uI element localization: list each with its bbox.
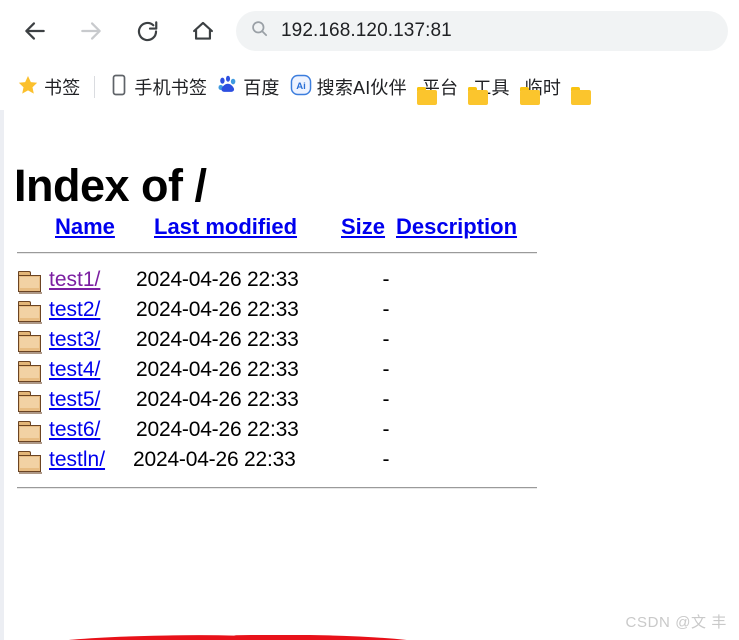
home-button[interactable] [180,8,226,54]
arrow-right-icon [78,18,104,44]
column-header-name[interactable]: Name [55,214,115,240]
entry-last-modified: 2024-04-26 22:33 [136,418,299,441]
address-bar[interactable]: 192.168.120.137:81 [236,11,728,51]
bookmark-item-pingtai[interactable]: 平台 [412,70,463,105]
forward-button [68,8,114,54]
entry-name-link[interactable]: test5/ [49,388,100,412]
entry-name-link[interactable]: test2/ [49,298,100,322]
entry-name-link[interactable]: test4/ [49,358,100,382]
listing-divider-bottom [17,487,537,489]
svg-text:Ai: Ai [296,80,306,91]
bookmark-item-linshi[interactable]: 临时 [515,70,566,105]
table-row[interactable]: test2/ 2024-04-26 22:33 - [0,298,739,328]
entry-last-modified: 2024-04-26 22:33 [133,448,296,471]
bookmark-separator [94,76,96,98]
entry-last-modified: 2024-04-26 22:33 [136,268,299,291]
bookmark-label: 搜索AI伙伴 [316,78,407,98]
entry-last-modified: 2024-04-26 22:33 [136,328,299,351]
bookmark-item-baidu[interactable]: 百度 [212,70,284,104]
folder-icon [17,451,43,475]
entry-name-link[interactable]: test1/ [49,268,100,292]
entry-size: - [382,358,390,381]
reload-button[interactable] [124,8,170,54]
column-header-size[interactable]: Size [341,214,385,240]
entry-name-link[interactable]: testln/ [49,448,105,472]
bookmark-item-ai-partner[interactable]: Ai 搜索AI伙伴 [285,70,412,104]
table-row-highlighted[interactable]: testln/ 2024-04-26 22:33 - [0,448,739,478]
page-title: Index of / [14,160,207,212]
reload-icon [135,19,160,44]
table-row[interactable]: test1/ 2024-04-26 22:33 - [0,268,739,298]
arrow-left-icon [22,18,48,44]
bookmark-item-overflow-clipped[interactable] [566,70,592,105]
bookmark-label: 手机书签 [134,78,208,98]
bookmark-label: 书签 [44,78,81,98]
mobile-icon [109,74,129,101]
star-icon [17,74,39,101]
listing-divider-top [17,252,537,254]
bookmark-item-shuqian[interactable]: 书签 [12,70,85,104]
column-header-description[interactable]: Description [396,214,517,240]
table-row[interactable]: test5/ 2024-04-26 22:33 - [0,388,739,418]
home-icon [190,18,216,44]
bookmark-item-shoujishuqian[interactable]: 手机书签 [104,70,212,104]
entry-size: - [382,418,390,441]
watermark: CSDN @文 丰 [625,614,727,631]
address-bar-text[interactable]: 192.168.120.137:81 [281,20,452,42]
folder-icon [17,421,43,445]
annotation-ellipse [69,635,407,640]
ai-badge-icon: Ai [290,74,312,101]
baidu-paw-icon [217,74,238,100]
entry-last-modified: 2024-04-26 22:33 [136,358,299,381]
folder-icon [17,301,43,325]
table-row[interactable]: test6/ 2024-04-26 22:33 - [0,418,739,448]
entry-size: - [382,268,390,291]
bookmarks-bar: 书签 手机书签 百度 Ai 搜索AI伙伴 平台 工具 临时 [0,64,739,110]
column-header-last-modified[interactable]: Last modified [154,214,297,240]
browser-toolbar: 192.168.120.137:81 [0,0,739,62]
back-button[interactable] [12,8,58,54]
table-row[interactable]: test4/ 2024-04-26 22:33 - [0,358,739,388]
folder-icon [17,391,43,415]
directory-listing: Name Last modified Size Description test… [0,214,739,489]
folder-icon [17,331,43,355]
entry-name-link[interactable]: test3/ [49,328,100,352]
entry-last-modified: 2024-04-26 22:33 [136,298,299,321]
entry-size: - [382,328,390,351]
bookmark-label: 百度 [243,78,280,98]
entry-size: - [382,298,390,321]
entry-size: - [382,388,390,411]
entry-name-link[interactable]: test6/ [49,418,100,442]
browser-chrome: 192.168.120.137:81 书签 手机书签 百度 Ai 搜索AI伙伴 … [0,0,739,110]
bookmark-item-gongju[interactable]: 工具 [463,70,514,105]
entry-last-modified: 2024-04-26 22:33 [136,388,299,411]
folder-icon [17,271,43,295]
page-content: Index of / Name Last modified Size Descr… [0,110,739,640]
table-row[interactable]: test3/ 2024-04-26 22:33 - [0,328,739,358]
search-icon [250,19,269,43]
listing-header-row: Name Last modified Size Description [0,214,739,252]
entry-size: - [382,448,390,471]
folder-icon [17,361,43,385]
